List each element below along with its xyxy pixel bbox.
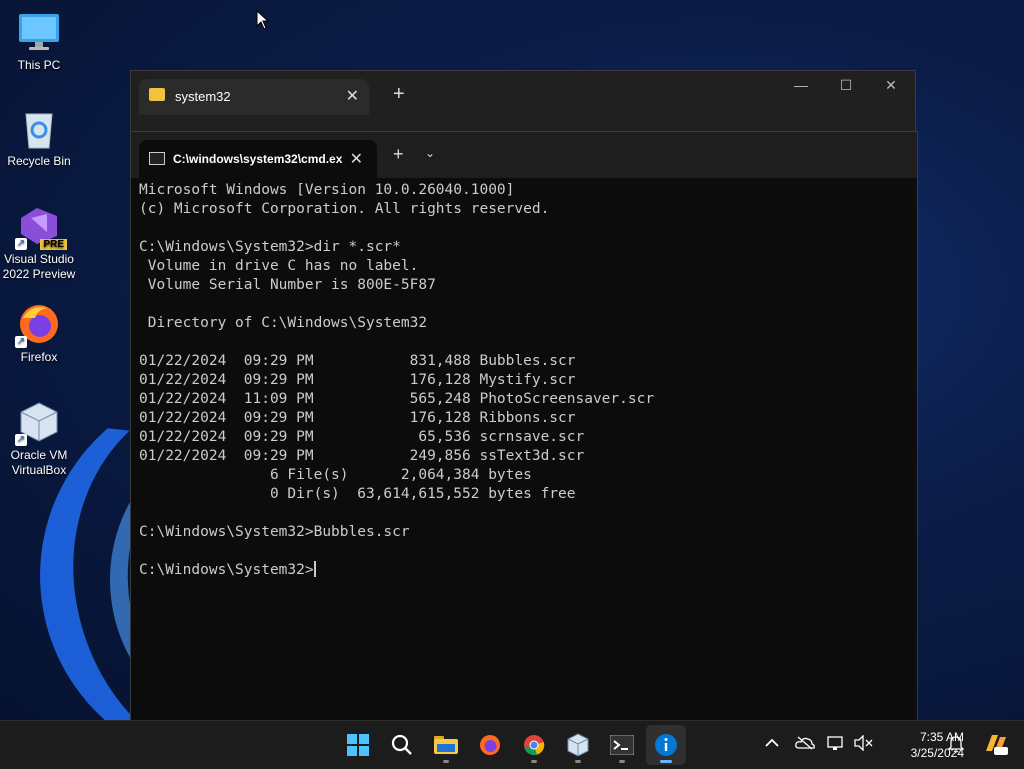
running-indicator	[575, 760, 581, 763]
desktop-icon-label: Firefox	[20, 350, 58, 364]
close-tab-icon[interactable]: ✕	[350, 149, 363, 169]
terminal-icon	[610, 735, 634, 755]
recycle-bin-icon	[17, 106, 61, 150]
folder-icon	[149, 88, 165, 101]
running-indicator	[660, 760, 672, 763]
desktop-icon-this-pc[interactable]: This PC	[0, 10, 78, 73]
search-icon	[391, 734, 412, 755]
desktop-icon-label: This PC	[17, 58, 61, 72]
cmd-icon	[149, 152, 165, 165]
maximize-button[interactable]: ☐	[826, 77, 866, 94]
close-window-button[interactable]: ✕	[871, 77, 911, 94]
console-line: C:\Windows\System32>Bubbles.scr	[139, 524, 410, 540]
explorer-tab-title: system32	[175, 89, 231, 104]
desktop-icon-visual-studio[interactable]: PRE ↗ Visual Studio 2022 Preview	[0, 204, 78, 282]
visual-studio-icon: PRE ↗	[15, 204, 67, 250]
virtualbox-icon: ↗	[15, 400, 61, 446]
console-line: 6 File(s) 2,064,384 bytes	[269, 467, 532, 483]
shortcut-arrow-icon: ↗	[15, 336, 27, 348]
start-button[interactable]	[338, 725, 378, 765]
firefox-icon: ↗	[15, 302, 61, 348]
desktop-icon-virtualbox[interactable]: ↗ Oracle VM VirtualBox	[0, 400, 78, 478]
desktop-icon-label: Recycle Bin	[7, 154, 71, 168]
console-prompt: C:\Windows\System32>	[139, 562, 314, 578]
taskbar-info-app[interactable]	[646, 725, 686, 765]
volume-muted-icon[interactable]	[853, 734, 873, 754]
network-icon[interactable]	[827, 735, 845, 754]
terminal-window[interactable]: C:\windows\system32\cmd.ex ✕ + ⌄ Microso…	[130, 131, 918, 720]
chrome-icon	[524, 735, 545, 756]
console-line: Directory of C:\Windows\System32	[147, 315, 428, 331]
minimize-button[interactable]: —	[781, 77, 821, 93]
console-line: 01/22/2024 09:29 PM 65,536 scrnsave.scr	[139, 429, 585, 445]
console-line: Volume Serial Number is 800E-5F87	[147, 277, 436, 293]
console-line: 01/22/2024 09:29 PM 176,128 Mystify.scr	[139, 372, 576, 388]
copilot-pre-icon[interactable]	[982, 731, 1008, 760]
shortcut-arrow-icon: ↗	[15, 434, 27, 446]
desktop-icon-firefox[interactable]: ↗ Firefox	[0, 302, 78, 365]
taskbar-terminal[interactable]	[602, 725, 642, 765]
console-line: 01/22/2024 09:29 PM 176,128 Ribbons.scr	[139, 410, 576, 426]
firefox-icon	[480, 735, 500, 755]
console-line: C:\Windows\System32>dir *.scr*	[139, 239, 401, 255]
folder-icon	[434, 736, 458, 754]
desktop-icon-label: Visual Studio 2022 Preview	[2, 252, 76, 281]
terminal-tab[interactable]: C:\windows\system32\cmd.ex ✕	[139, 140, 377, 178]
tab-dropdown-icon[interactable]: ⌄	[425, 146, 435, 160]
console-line: 01/22/2024 09:29 PM 831,488 Bubbles.scr	[139, 353, 576, 369]
new-tab-button[interactable]: +	[393, 83, 405, 106]
running-indicator	[619, 760, 625, 763]
notification-bell-icon[interactable]	[947, 735, 965, 756]
terminal-titlebar: C:\windows\system32\cmd.ex ✕ + ⌄	[131, 132, 917, 178]
pre-badge: PRE	[40, 239, 67, 250]
console-output[interactable]: Microsoft Windows [Version 10.0.26040.10…	[139, 181, 654, 580]
taskbar-virtualbox[interactable]	[558, 725, 598, 765]
desktop-icon-recycle-bin[interactable]: Recycle Bin	[0, 106, 78, 169]
chevron-up-icon[interactable]	[765, 735, 779, 751]
desktop-icon-label: Oracle VM VirtualBox	[10, 448, 68, 477]
virtualbox-icon	[567, 733, 589, 757]
console-line: 0 Dir(s) 63,614,615,552 bytes free	[269, 486, 576, 502]
explorer-titlebar: system32 ✕ + — ☐ ✕	[131, 71, 915, 131]
console-line: (c) Microsoft Corporation. All rights re…	[139, 201, 550, 217]
mouse-pointer-icon	[256, 9, 270, 35]
onedrive-offline-icon[interactable]	[795, 736, 815, 753]
taskbar-firefox[interactable]	[470, 725, 510, 765]
monitor-icon	[17, 10, 61, 54]
terminal-tab-title: C:\windows\system32\cmd.ex	[173, 152, 343, 166]
console-line: Microsoft Windows [Version 10.0.26040.10…	[139, 182, 515, 198]
explorer-tab[interactable]: system32 ✕	[139, 79, 369, 115]
console-line: Volume in drive C has no label.	[147, 258, 419, 274]
running-indicator	[531, 760, 537, 763]
shortcut-arrow-icon: ↗	[15, 238, 27, 250]
taskbar-chrome[interactable]	[514, 725, 554, 765]
info-icon	[655, 734, 677, 756]
console-line: 01/22/2024 11:09 PM 565,248 PhotoScreens…	[139, 391, 655, 407]
taskbar-file-explorer[interactable]	[426, 725, 466, 765]
search-button[interactable]	[382, 725, 422, 765]
taskbar: 7:35 AM 3/25/2024	[0, 720, 1024, 769]
close-tab-icon[interactable]: ✕	[346, 86, 359, 106]
desktop: This PC Recycle Bin PRE ↗ Visual Studio …	[0, 0, 1024, 720]
text-cursor	[313, 561, 316, 577]
new-tab-button[interactable]: +	[393, 144, 404, 165]
console-line: 01/22/2024 09:29 PM 249,856 ssText3d.scr	[139, 448, 585, 464]
running-indicator	[443, 760, 449, 763]
